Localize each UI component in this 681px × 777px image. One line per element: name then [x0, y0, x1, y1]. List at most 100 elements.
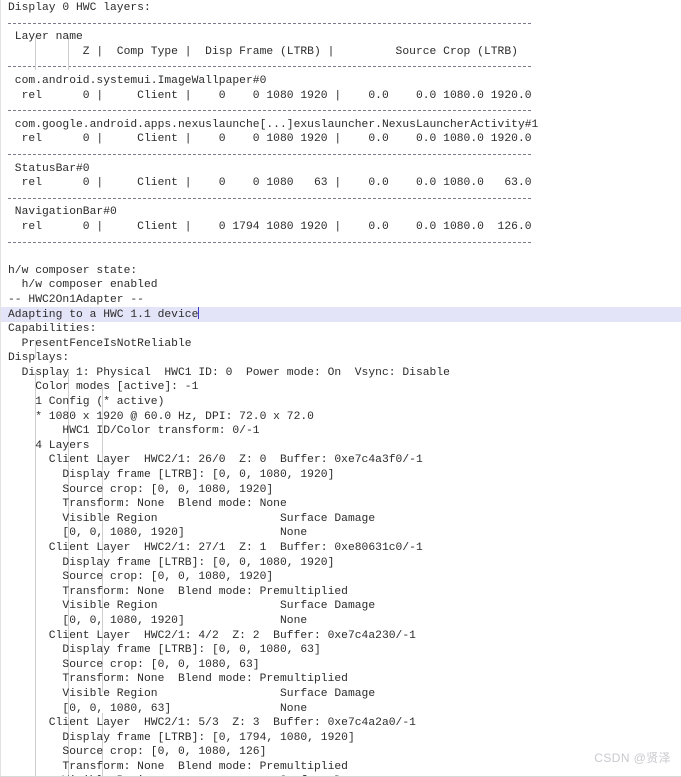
log-line-text: [0, 0, 1080, 63] None [8, 702, 308, 715]
log-line[interactable]: Layer name [0, 30, 681, 45]
log-line[interactable]: Client Layer HWC2/1: 4/2 Z: 2 Buffer: 0x… [0, 629, 681, 644]
log-line-text: com.android.systemui.ImageWallpaper#0 [8, 74, 267, 87]
log-line[interactable]: Display frame [LTRB]: [0, 0, 1080, 63] [0, 643, 681, 658]
log-line-text: StatusBar#0 [8, 162, 90, 175]
log-line[interactable]: com.android.systemui.ImageWallpaper#0 [0, 74, 681, 89]
log-line[interactable]: rel 0 | Client | 0 1794 1080 1920 | 0.0 … [0, 220, 681, 235]
log-line-text: Display frame [LTRB]: [0, 0, 1080, 1920] [8, 469, 335, 481]
log-line[interactable]: Transform: None Blend mode: Premultiplie… [0, 672, 681, 687]
log-line[interactable]: 4 Layers [0, 439, 681, 454]
log-line[interactable]: rel 0 | Client | 0 0 1080 1920 | 0.0 0.0… [0, 132, 681, 147]
log-line-text: Capabilities: [8, 323, 97, 336]
separator-rule [0, 147, 681, 162]
log-line[interactable]: Display frame [LTRB]: [0, 1794, 1080, 19… [0, 731, 681, 746]
log-line[interactable]: [0, 0, 1080, 1920] None [0, 526, 681, 541]
log-line[interactable]: h/w composer enabled [0, 278, 681, 293]
log-line-text: Source crop: [0, 0, 1080, 63] [8, 658, 260, 671]
log-line[interactable]: Source crop: [0, 0, 1080, 63] [0, 658, 681, 673]
log-line[interactable]: PresentFenceIsNotReliable [0, 337, 681, 352]
log-line-text: Client Layer HWC2/1: 5/3 Z: 3 Buffer: 0x… [8, 717, 416, 730]
log-line-text: HWC1 ID/Color transform: 0/-1 [8, 425, 260, 438]
log-line-text: Client Layer HWC2/1: 4/2 Z: 2 Buffer: 0x… [8, 629, 416, 642]
log-line[interactable]: Display 1: Physical HWC1 ID: 0 Power mod… [0, 366, 681, 381]
log-line-text: Visible Region Surface Damage [8, 687, 376, 700]
separator-rule [0, 191, 681, 206]
log-line[interactable]: StatusBar#0 [0, 162, 681, 177]
log-line-text: rel 0 | Client | 0 0 1080 1920 | 0.0 0.0… [8, 133, 532, 146]
log-line-text: Transform: None Blend mode: None [8, 498, 287, 511]
log-line[interactable]: Visible Region Surface Damage [0, 687, 681, 702]
log-line-text: rel 0 | Client | 0 0 1080 63 | 0.0 0.0 1… [8, 177, 532, 190]
log-line[interactable]: Z | Comp Type | Disp Frame (LTRB) | Sour… [0, 45, 681, 60]
log-line-text: Display 0 HWC layers: [8, 2, 151, 14]
log-line[interactable]: Transform: None Blend mode: Premultiplie… [0, 585, 681, 600]
separator-rule [0, 16, 681, 31]
log-line-text: Layer name [8, 31, 83, 44]
log-line[interactable]: Visible Region Surface Damage [0, 512, 681, 527]
log-line[interactable]: Color modes [active]: -1 [0, 380, 681, 395]
log-line-text: Visible Region Surface Damage [8, 512, 376, 525]
log-line[interactable]: * 1080 x 1920 @ 60.0 Hz, DPI: 72.0 x 72.… [0, 410, 681, 425]
log-line-text: Source crop: [0, 0, 1080, 1920] [8, 571, 274, 584]
log-line[interactable]: Source crop: [0, 0, 1080, 126] [0, 745, 681, 760]
log-line[interactable]: Client Layer HWC2/1: 5/3 Z: 3 Buffer: 0x… [0, 716, 681, 731]
log-line[interactable]: Display frame [LTRB]: [0, 0, 1080, 1920] [0, 556, 681, 571]
log-line-text: h/w composer enabled [8, 279, 158, 292]
log-line-text: Z | Comp Type | Disp Frame (LTRB) | Sour… [8, 45, 518, 58]
separator-rule [0, 235, 681, 250]
text-caret [197, 307, 199, 320]
log-line-text: Transform: None Blend mode: Premultiplie… [8, 585, 348, 598]
log-text-area[interactable]: Display 0 HWC layers: Layer name Z | Com… [0, 0, 681, 776]
separator-rule [0, 103, 681, 118]
log-line[interactable] [0, 249, 681, 264]
log-line[interactable]: h/w composer state: [0, 264, 681, 279]
log-line[interactable]: [0, 0, 1080, 63] None [0, 702, 681, 717]
log-line-text: Transform: None Blend mode: Premultiplie… [8, 760, 348, 773]
log-line-text: 1 Config (* active) [8, 396, 165, 409]
log-line-text: PresentFenceIsNotReliable [8, 337, 192, 350]
log-line-text: 4 Layers [8, 439, 90, 452]
log-line-text: * 1080 x 1920 @ 60.0 Hz, DPI: 72.0 x 72.… [8, 410, 314, 423]
log-line[interactable]: Source crop: [0, 0, 1080, 1920] [0, 483, 681, 498]
log-line-text: Display frame [LTRB]: [0, 1794, 1080, 19… [8, 731, 355, 744]
log-line[interactable]: -- HWC2On1Adapter -- [0, 293, 681, 308]
log-line-text: Display frame [LTRB]: [0, 0, 1080, 63] [8, 644, 321, 657]
log-line-text: Visible Region Surface Damage [8, 600, 376, 613]
log-line[interactable]: NavigationBar#0 [0, 205, 681, 220]
log-line-text: [0, 0, 1080, 1920] None [8, 527, 308, 540]
log-line[interactable]: Displays: [0, 351, 681, 366]
log-line[interactable]: Transform: None Blend mode: None [0, 497, 681, 512]
log-line-text: Transform: None Blend mode: Premultiplie… [8, 673, 348, 686]
log-line[interactable]: Transform: None Blend mode: Premultiplie… [0, 760, 681, 775]
log-line-text: Adapting to a HWC 1.1 device [8, 309, 199, 322]
log-line-text: Source crop: [0, 0, 1080, 126] [8, 746, 267, 759]
log-line[interactable]: Visible Region Surface Damage [0, 599, 681, 614]
log-line-text: rel 0 | Client | 0 1794 1080 1920 | 0.0 … [8, 220, 532, 233]
log-line-text: Client Layer HWC2/1: 27/1 Z: 1 Buffer: 0… [8, 541, 423, 554]
window-left-edge [0, 0, 1, 776]
log-line[interactable]: com.google.android.apps.nexuslaunche[...… [0, 118, 681, 133]
log-line[interactable]: Display 0 HWC layers: [0, 1, 681, 16]
log-line-text: h/w composer state: [8, 264, 138, 277]
log-line[interactable]: rel 0 | Client | 0 0 1080 63 | 0.0 0.0 1… [0, 176, 681, 191]
log-line-text: NavigationBar#0 [8, 206, 117, 219]
log-line[interactable]: Client Layer HWC2/1: 27/1 Z: 1 Buffer: 0… [0, 541, 681, 556]
log-line[interactable]: Capabilities: [0, 322, 681, 337]
log-line-text: com.google.android.apps.nexuslaunche[...… [8, 118, 539, 131]
log-line[interactable]: Display frame [LTRB]: [0, 0, 1080, 1920] [0, 468, 681, 483]
log-line-text: Source crop: [0, 0, 1080, 1920] [8, 483, 274, 496]
separator-rule [0, 59, 681, 74]
log-line[interactable]: Client Layer HWC2/1: 26/0 Z: 0 Buffer: 0… [0, 453, 681, 468]
log-line-text: Display frame [LTRB]: [0, 0, 1080, 1920] [8, 556, 335, 569]
log-line[interactable]: [0, 0, 1080, 1920] None [0, 614, 681, 629]
log-line-selected[interactable]: Adapting to a HWC 1.1 device [0, 307, 681, 323]
csdn-watermark: CSDN @贤泽 [594, 751, 671, 765]
log-line-text: -- HWC2On1Adapter -- [8, 293, 144, 306]
log-viewer-window[interactable]: Display 0 HWC layers: Layer name Z | Com… [0, 0, 681, 777]
log-line[interactable]: Source crop: [0, 0, 1080, 1920] [0, 570, 681, 585]
log-line[interactable]: rel 0 | Client | 0 0 1080 1920 | 0.0 0.0… [0, 89, 681, 104]
log-line-text: Client Layer HWC2/1: 26/0 Z: 0 Buffer: 0… [8, 454, 423, 467]
log-line[interactable]: HWC1 ID/Color transform: 0/-1 [0, 424, 681, 439]
log-line-text: Display 1: Physical HWC1 ID: 0 Power mod… [8, 366, 450, 379]
log-line[interactable]: 1 Config (* active) [0, 395, 681, 410]
